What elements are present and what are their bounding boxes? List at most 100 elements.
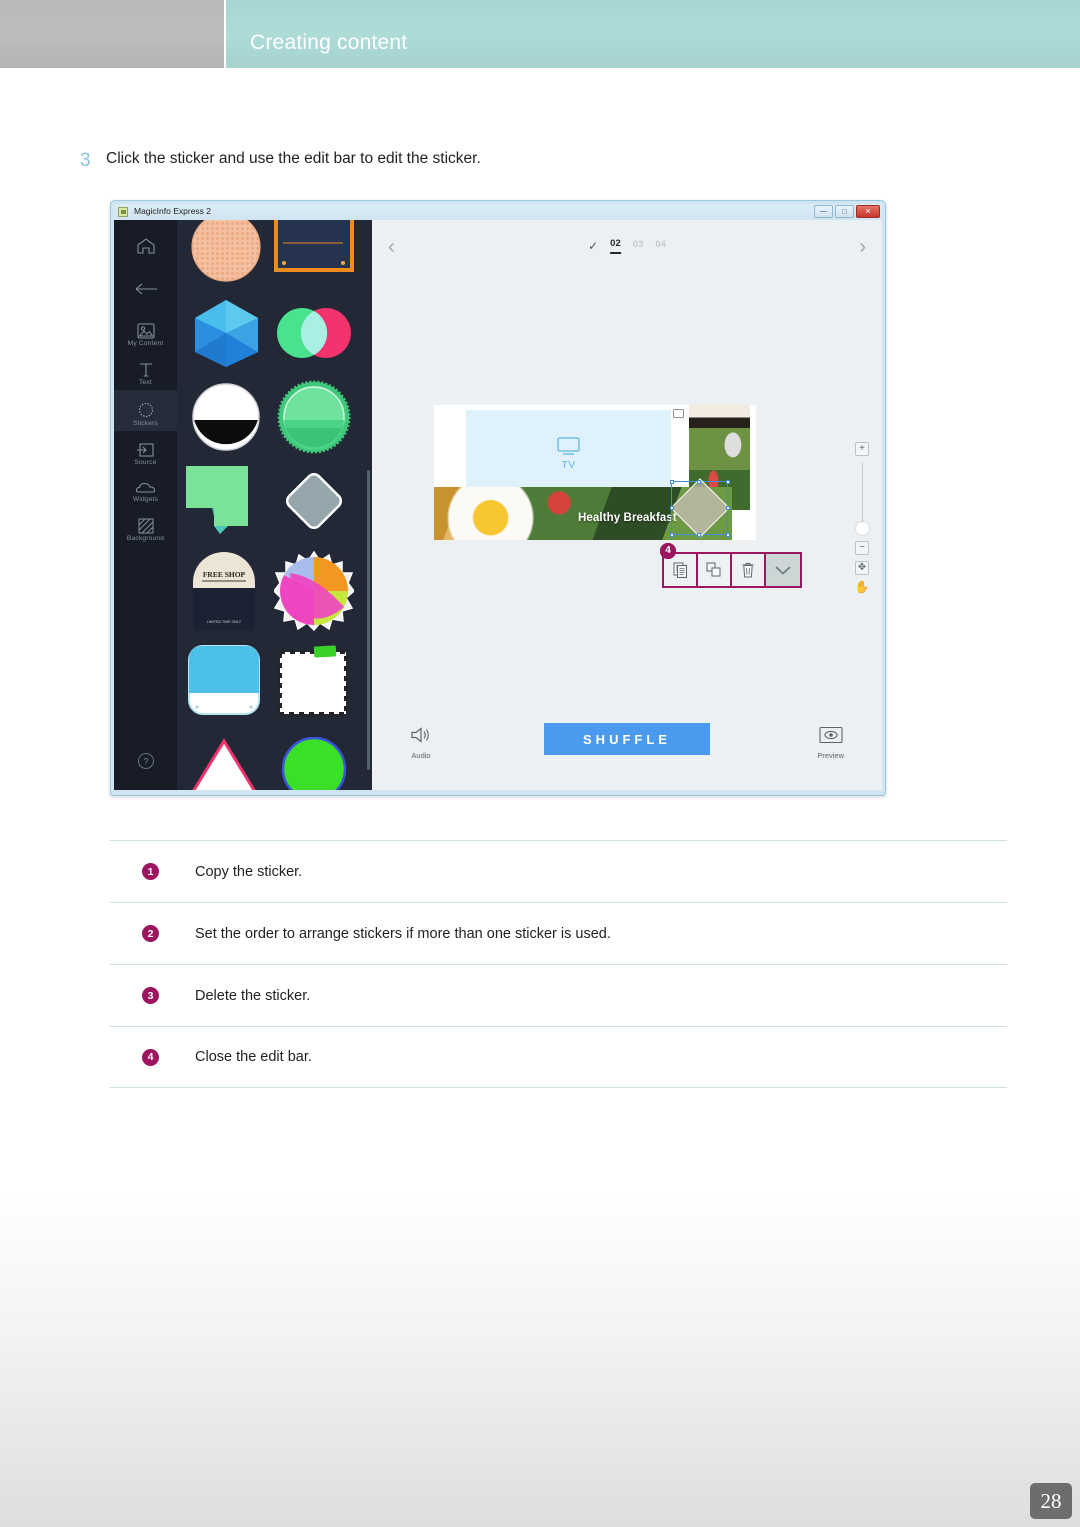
navy-plaque-icon	[274, 220, 354, 272]
resize-handle-br[interactable]	[725, 532, 730, 537]
svg-text:FREE SHOP: FREE SHOP	[203, 570, 246, 579]
sidebar-item-stickers[interactable]: Stickers	[114, 390, 177, 431]
minimize-icon: —	[820, 208, 827, 215]
app-icon	[118, 207, 128, 217]
sticker-item[interactable]	[273, 292, 355, 374]
prev-page-arrow[interactable]: ‹	[388, 236, 395, 259]
free-shop-tag-icon: FREE SHOP LIMITED TIME ONLY	[193, 552, 255, 630]
preview-eye-icon	[819, 726, 843, 744]
arrange-order-button[interactable]: 2	[660, 543, 732, 586]
resize-handle-bl[interactable]	[669, 532, 674, 537]
page-tab-03[interactable]: 03	[633, 239, 644, 253]
legend-row: 2 Set the order to arrange stickers if m…	[110, 902, 1007, 964]
sidebar-item-label: Source	[134, 459, 157, 466]
maximize-button[interactable]: □	[835, 205, 854, 218]
fit-button[interactable]: ✥	[855, 561, 869, 575]
zoom-in-button[interactable]: +	[855, 442, 869, 456]
tv-icon	[557, 436, 580, 455]
sidebar-item-label: Widgets	[132, 496, 159, 503]
sticker-item[interactable]	[273, 546, 355, 636]
audio-icon	[411, 727, 429, 743]
zoom-slider-track[interactable]	[861, 462, 863, 524]
window-controls: — □ ✕	[814, 205, 880, 218]
sticker-item[interactable]	[185, 292, 267, 374]
legend-text: Copy the sticker.	[195, 863, 303, 880]
sidebar-item-background[interactable]: Background	[114, 507, 177, 546]
zoom-slider-knob[interactable]	[855, 522, 869, 535]
callout-badge-4: 4	[660, 543, 676, 559]
legend-row: 3 Delete the sticker.	[110, 964, 1007, 1026]
sidebar-item-source[interactable]: Source	[114, 431, 177, 470]
sticker-item[interactable]	[185, 376, 267, 458]
resize-handle-lc[interactable]	[669, 505, 674, 510]
sidebar-item-label: Stickers	[132, 420, 159, 427]
layers-icon	[706, 562, 720, 577]
app-sidebar: My Content Text Stickers Source Widgets …	[114, 220, 177, 790]
legend-badge: 3	[142, 987, 159, 1004]
close-button[interactable]: ✕	[856, 205, 880, 218]
page-tabs: ✓ 02 03 04	[588, 238, 666, 254]
sidebar-item-my-content[interactable]: My Content	[114, 296, 177, 351]
sticker-item-selected[interactable]	[273, 220, 355, 288]
page-number-badge: 28	[1030, 1483, 1072, 1519]
green-speech-bubble-icon	[186, 466, 248, 534]
page-tab-02[interactable]: 02	[610, 238, 621, 254]
step-text: Click the sticker and use the edit bar t…	[106, 150, 481, 167]
sticker-item[interactable]	[273, 726, 355, 790]
tv-placeholder-zone[interactable]: TV	[466, 410, 671, 496]
audio-button[interactable]: Audio	[410, 726, 432, 760]
sticker-item[interactable]	[273, 638, 355, 722]
pan-hand-button[interactable]: ✋	[852, 580, 872, 594]
selected-sticker[interactable]	[669, 478, 730, 538]
sticker-item[interactable]	[273, 458, 355, 544]
resize-handle-tr[interactable]	[725, 479, 730, 484]
app-body: My Content Text Stickers Source Widgets …	[114, 220, 882, 790]
source-icon	[136, 443, 154, 457]
palette-scrollbar[interactable]	[367, 470, 370, 770]
canvas-bottom-bar: Audio SHUFFLE Preview	[372, 718, 882, 766]
content-canvas[interactable]: TV Healthy Breakfast	[434, 405, 756, 540]
resize-handle-bc[interactable]	[697, 532, 701, 537]
sticker-item[interactable]	[183, 638, 265, 722]
canvas-workspace: ‹ ✓ 02 03 04 › TV Healthy Breakfast + − …	[372, 220, 882, 790]
sticker-item[interactable]	[273, 376, 355, 458]
shuffle-button[interactable]: SHUFFLE	[544, 723, 710, 755]
canvas-caption[interactable]: Healthy Breakfast	[578, 512, 677, 524]
gray-diamond-icon	[285, 472, 343, 530]
resize-handle-rc[interactable]	[725, 505, 730, 510]
sticker-item[interactable]: FREE SHOP LIMITED TIME ONLY	[183, 546, 265, 636]
text-icon	[139, 363, 152, 377]
zoom-controls: + − ✥ ✋	[852, 442, 872, 594]
close-icon: ✕	[865, 208, 871, 215]
sidebar-item-text[interactable]: Text	[114, 351, 177, 390]
document-page: Creating content 3 Click the sticker and …	[0, 0, 1080, 1527]
page-tab-04[interactable]: 04	[655, 239, 666, 253]
zoom-out-button[interactable]: −	[855, 541, 869, 555]
delete-sticker-button[interactable]: 3	[660, 543, 766, 586]
close-edit-bar-button[interactable]: 4	[660, 543, 800, 586]
next-page-arrow[interactable]: ›	[859, 236, 866, 259]
maximize-icon: □	[842, 208, 847, 215]
cloud-icon	[135, 482, 155, 493]
sticker-item[interactable]	[183, 458, 265, 544]
sidebar-item-home[interactable]	[114, 220, 177, 256]
minimize-button[interactable]: —	[814, 205, 833, 218]
audio-label: Audio	[411, 751, 431, 760]
sticker-item[interactable]	[185, 220, 267, 288]
resize-handle-tc[interactable]	[697, 479, 701, 484]
diamond-sticker-shape	[669, 478, 730, 538]
white-dashed-note-icon	[278, 645, 348, 716]
sidebar-item-label: Text	[139, 379, 152, 386]
preview-button[interactable]: Preview	[817, 726, 844, 760]
page-check-icon[interactable]: ✓	[588, 239, 598, 253]
sidebar-item-back[interactable]	[114, 256, 177, 296]
sticker-palette[interactable]: FREE SHOP LIMITED TIME ONLY	[177, 220, 372, 790]
home-icon	[136, 238, 155, 254]
resize-handle-tl[interactable]	[669, 479, 674, 484]
callout-legend: 1 Copy the sticker. 2 Set the order to a…	[110, 840, 1007, 1088]
sticker-item[interactable]	[183, 726, 265, 790]
background-icon	[138, 518, 153, 534]
sticker-grid: FREE SHOP LIMITED TIME ONLY	[177, 220, 372, 790]
sidebar-item-widgets[interactable]: Widgets	[114, 470, 177, 507]
sidebar-item-help[interactable]: ?	[114, 751, 177, 776]
